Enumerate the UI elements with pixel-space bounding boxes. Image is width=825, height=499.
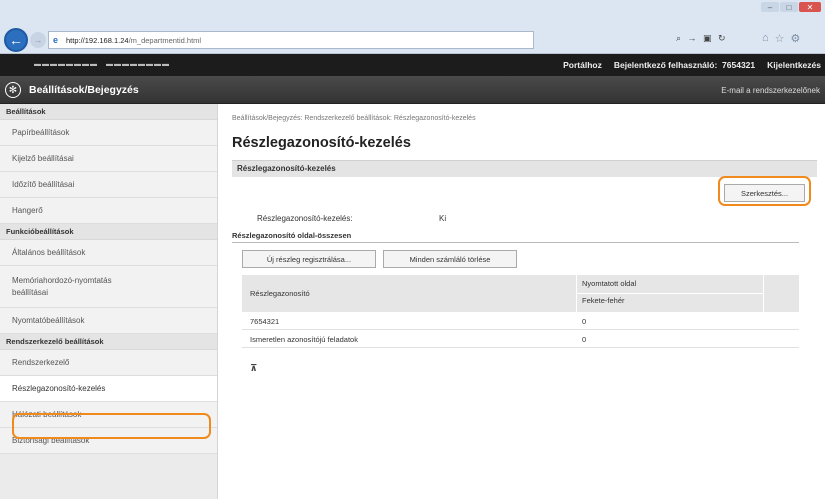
- main-content: Beállítások/Bejegyzés: Rendszerkezelő be…: [219, 104, 825, 499]
- back-arrow-icon[interactable]: ←: [4, 28, 28, 52]
- row-bw-count: 0: [582, 335, 587, 344]
- sidebar-item-sound[interactable]: Hangerő: [0, 198, 217, 224]
- browser-icons: ⌂ ☆ ⚙: [762, 32, 800, 45]
- sidebar-item-paper[interactable]: Papírbeállítások: [0, 120, 217, 146]
- sidebar-group-function: Funkcióbeállítások: [0, 224, 217, 240]
- tools-gear-icon[interactable]: ⚙: [791, 32, 801, 45]
- dept-id-status-value: Ki: [439, 214, 447, 223]
- row-dept-id[interactable]: 7654321: [250, 317, 279, 326]
- favorites-star-icon[interactable]: ☆: [775, 32, 785, 45]
- back-to-top-icon[interactable]: ⊼: [250, 363, 257, 374]
- column-divider: [763, 275, 764, 312]
- forward-arrow-icon[interactable]: →: [30, 32, 46, 48]
- close-icon[interactable]: ✕: [799, 2, 821, 12]
- clear-all-counters-button[interactable]: Minden számláló törlése: [383, 250, 517, 268]
- sidebar-item-memory-line1: Memóriahordozó-nyomtatás: [12, 275, 112, 285]
- column-header-printed: Nyomtatott oldal: [582, 279, 637, 288]
- table-header: Részlegazonosító Nyomtatott oldal Fekete…: [242, 275, 799, 312]
- sidebar-item-display[interactable]: Kijelző beállításai: [0, 146, 217, 172]
- edit-button[interactable]: Szerkesztés...: [724, 184, 805, 202]
- dept-id-status-row: Részlegazonosító-kezelés: Ki: [257, 214, 446, 223]
- browser-titlebar: – □ ✕: [0, 0, 825, 26]
- sidebar-group-admin: Rendszerkezelő beállítások: [0, 334, 217, 350]
- sidebar-item-network[interactable]: Hálózati beállítások: [0, 402, 217, 428]
- mail-admin-link[interactable]: E-mail a rendszerkezelőnek: [721, 86, 820, 95]
- table-row: 7654321 0: [242, 312, 799, 330]
- sidebar-item-timer[interactable]: Időzítő beállításai: [0, 172, 217, 198]
- page-totals-heading: Részlegazonosító oldal-összesen: [232, 231, 799, 243]
- sidebar-group-settings: Beállítások: [0, 104, 217, 120]
- url-path: /m_departmentid.html: [128, 35, 202, 45]
- sidebar: Beállítások Papírbeállítások Kijelző beá…: [0, 104, 218, 499]
- address-bar[interactable]: e http://192.168.1.24 /m_departmentid.ht…: [48, 31, 534, 49]
- column-header-dept-id: Részlegazonosító: [250, 289, 310, 298]
- table-row: Ismeretlen azonosítójú feladatok 0: [242, 330, 799, 348]
- logout-link[interactable]: Kijelentkezés: [767, 60, 821, 70]
- register-department-button[interactable]: Új részleg regisztrálása...: [242, 250, 376, 268]
- sidebar-item-printer[interactable]: Nyomtatóbeállítások: [0, 308, 217, 334]
- product-brand: ▬▬▬▬▬▬▬▬ ▬▬▬▬▬▬▬▬: [34, 61, 170, 68]
- top-account-bar: ▬▬▬▬▬▬▬▬ ▬▬▬▬▬▬▬▬ Portálhoz Bejelentkező…: [0, 54, 825, 76]
- app-title: Beállítások/Bejegyzés: [29, 84, 139, 96]
- logged-in-user: Bejelentkező felhasználó: 7654321: [614, 60, 755, 70]
- url-host: http://192.168.1.24: [66, 35, 129, 45]
- page-title: Részlegazonosító-kezelés: [232, 135, 411, 151]
- browser-navbar: ← → e http://192.168.1.24 /m_departmenti…: [0, 26, 825, 54]
- browser-page-icon: e: [53, 35, 59, 45]
- sidebar-item-memory-print[interactable]: Memóriahordozó-nyomtatás beállításai: [0, 266, 217, 308]
- sidebar-item-memory-line2: beállításai: [12, 287, 49, 297]
- row-dept-id: Ismeretlen azonosítójú feladatok: [250, 335, 358, 344]
- row-bw-count: 0: [582, 317, 587, 326]
- section-title: Részlegazonosító-kezelés: [232, 160, 817, 177]
- user-id: 7654321: [722, 60, 756, 70]
- minimize-icon[interactable]: –: [761, 2, 779, 12]
- sidebar-item-sysadmin[interactable]: Rendszerkezelő: [0, 350, 217, 376]
- user-label: Bejelentkező felhasználó:: [613, 60, 718, 70]
- dept-id-status-label: Részlegazonosító-kezelés:: [257, 214, 353, 223]
- settings-registration-icon: ✻: [5, 82, 21, 98]
- sidebar-item-dept-id[interactable]: Részlegazonosító-kezelés: [0, 376, 217, 402]
- portal-link[interactable]: Portálhoz: [563, 60, 602, 70]
- home-icon[interactable]: ⌂: [762, 32, 769, 45]
- maximize-icon[interactable]: □: [780, 2, 798, 12]
- account-links: Portálhoz Bejelentkező felhasználó: 7654…: [563, 60, 821, 70]
- window-controls: – □ ✕: [761, 2, 821, 12]
- app-header: ✻ Beállítások/Bejegyzés E-mail a rendsze…: [0, 76, 825, 104]
- page-totals-table: Részlegazonosító Nyomtatott oldal Fekete…: [242, 275, 799, 348]
- sidebar-item-security[interactable]: Biztonsági beállítások: [0, 428, 217, 454]
- header-divider: [577, 293, 763, 294]
- address-tools[interactable]: ⌕ → ▣ ↻: [676, 33, 728, 44]
- breadcrumb: Beállítások/Bejegyzés: Rendszerkezelő be…: [232, 115, 476, 122]
- sidebar-item-general[interactable]: Általános beállítások: [0, 240, 217, 266]
- column-header-bw: Fekete-fehér: [582, 296, 625, 305]
